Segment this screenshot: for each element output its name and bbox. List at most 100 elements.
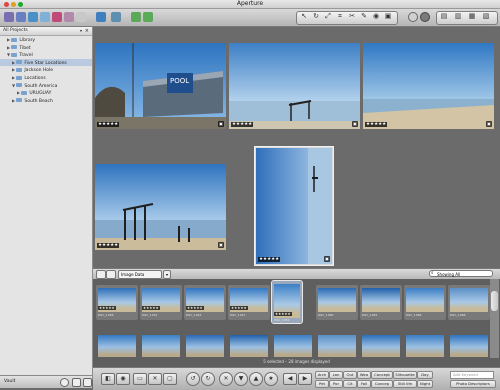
viewer-photo[interactable]: ★★★★★ ▣ [229,43,360,129]
keyword-button[interactable]: Day [417,371,433,379]
sidebar-item[interactable]: ▶ Five Star Locations [0,58,92,66]
keyword-button[interactable]: Silhouette [393,371,417,379]
thumbnail-image[interactable] [406,335,444,357]
keyword-button[interactable]: Por [329,380,343,388]
projects-header[interactable]: All Projects ▾ × [0,27,92,36]
import-icon[interactable] [96,12,106,22]
viewer-mode-icon[interactable] [420,12,430,22]
add-vault-icon[interactable] [83,378,92,387]
book-icon[interactable] [76,12,86,22]
compare-tool-icon[interactable]: ▣ [382,11,394,21]
thumbnail[interactable]: DSC_1066 [404,285,446,320]
thumbnail-image[interactable] [318,335,356,357]
viewer-photo[interactable]: ★★★★★ ▣ [363,43,494,129]
chevron-down-icon[interactable]: ▾ [163,270,171,279]
keyword-preset-menu[interactable]: Photo Descriptors [450,380,496,388]
reject-icon[interactable]: ✕ [148,373,162,385]
thumbnail[interactable]: ★★★★★ DSC_1043 [184,285,226,320]
thumbnail-image[interactable] [274,335,312,357]
sidebar-item[interactable]: ▼ South America [0,82,92,89]
thumbnail[interactable]: ★★★★★ DSC_1031 [140,285,182,320]
thumbnail[interactable]: ★★★★★ DSC_1052 [271,280,303,324]
vault-update-icon[interactable] [60,378,69,387]
rotate-tool-icon[interactable]: ↻ [310,11,322,21]
light-table-icon[interactable] [52,12,62,22]
select-tool-icon[interactable]: ↖ [298,11,310,21]
thumbnail-image[interactable] [450,335,488,357]
straighten-tool-icon[interactable]: ⤢ [322,11,334,21]
new-folder-icon[interactable] [16,12,26,22]
list-view-icon[interactable] [106,270,116,279]
loupe-icon[interactable] [408,12,418,22]
rotate-left-icon[interactable] [131,12,141,22]
adjust-badge-icon[interactable]: ▣ [218,121,224,127]
rotate-right-icon[interactable]: ↻ [201,372,215,386]
smart-album-icon[interactable] [40,12,50,22]
thumbnail-image[interactable] [98,335,136,357]
loupe-tool-icon[interactable]: ◉ [370,11,382,21]
thumbnail-rating[interactable]: ★★★★★ [230,306,248,310]
adjust-badge-icon[interactable]: ▣ [352,121,358,127]
viewer-toggle-icon[interactable]: ◧ [101,373,115,385]
rating-stars[interactable]: ★★★★★ [97,122,120,127]
thumbnail[interactable]: DSC_1060 [316,285,358,320]
new-album-icon[interactable] [28,12,38,22]
sidebar-item[interactable]: ▶ Tibet [0,44,92,51]
chevron-down-icon[interactable]: ▾ [80,27,82,35]
viewer-photo[interactable]: ★★★★★ ▣ [95,164,226,250]
thumbnail-image[interactable] [186,335,224,357]
next-image-icon[interactable]: ▶ [298,373,312,385]
scroll-thumb[interactable] [491,291,498,311]
filter-field[interactable]: Showing All [429,270,493,277]
sidebar-item[interactable]: ▼ Travel [0,51,92,58]
layout-3-icon[interactable]: ▦ [466,11,478,21]
increase-rating-icon[interactable]: ▲ [249,372,263,386]
close-icon[interactable]: × [85,27,89,35]
sidebar-item[interactable]: ▶ URUGUAY [0,89,92,96]
thumbnail[interactable]: ★★★★★ DSC_1047 [228,285,270,320]
reject-rating-icon[interactable]: ✕ [219,372,233,386]
keyword-button[interactable]: Concep [371,380,393,388]
previous-image-icon[interactable]: ◀ [283,373,297,385]
layout-4-icon[interactable]: ▧ [480,11,492,21]
thumbnail-rating[interactable]: ★★★★★ [186,306,204,310]
lift-tool-icon[interactable]: ✂ [346,11,358,21]
sidebar-item[interactable]: ▶ Jackson Hole [0,66,92,73]
rating-stars[interactable]: ★★★★★ [231,122,254,127]
thumbnail-rating[interactable]: ★★★★★ [98,306,116,310]
layout-2-icon[interactable]: ▥ [452,11,464,21]
rotate-left-icon[interactable]: ↺ [186,372,200,386]
thumbnail-image[interactable] [142,335,180,357]
layout-1-icon[interactable]: ▤ [438,11,450,21]
adjust-badge-icon[interactable]: ▣ [486,121,492,127]
keyword-button[interactable]: Cit [343,380,357,388]
stamp-tool-icon[interactable]: ✎ [358,11,370,21]
sidebar-item[interactable]: ▶ Library [0,36,92,43]
sidebar-item[interactable]: ▶ South Beach [0,97,92,104]
crop-tool-icon[interactable]: ⌗ [334,11,346,21]
keyword-button[interactable]: Wea [357,371,371,379]
browser-scrollbar[interactable] [490,279,499,358]
adjust-badge-icon[interactable]: ▣ [218,242,224,248]
viewer-photo-selected[interactable]: ★★★★★ ▣ [255,147,333,265]
stack-icon[interactable] [111,12,121,22]
adjust-badge-icon[interactable]: ▣ [324,256,330,262]
split-view-icon[interactable]: ▭ [133,373,147,385]
keyword-button[interactable]: Night [417,380,433,388]
viewer-photo[interactable]: POOL ★★★★★ ▣ [95,43,226,129]
eye-icon[interactable]: ◉ [116,373,130,385]
thumbnail[interactable]: DSC_1068 [448,285,490,320]
rotate-right-icon[interactable] [143,12,153,22]
rating-stars[interactable]: ★★★★★ [97,243,120,248]
thumbnail[interactable]: ★★★★★ DSC_1028 [96,285,138,320]
thumbnail-image[interactable] [362,335,400,357]
keyword-button[interactable]: Arch [315,371,329,379]
decrease-rating-icon[interactable]: ▼ [234,372,248,386]
keyword-button[interactable]: Pet [315,380,329,388]
keyword-button[interactable]: Lan [329,371,343,379]
thumbnail-image[interactable] [230,335,268,357]
rating-stars[interactable]: ★★★★★ [258,257,281,262]
thumbnail-rating[interactable]: ★★★★★ [142,306,160,310]
grid-view-icon[interactable] [96,270,106,279]
keyword-button[interactable]: Still life [393,380,417,388]
